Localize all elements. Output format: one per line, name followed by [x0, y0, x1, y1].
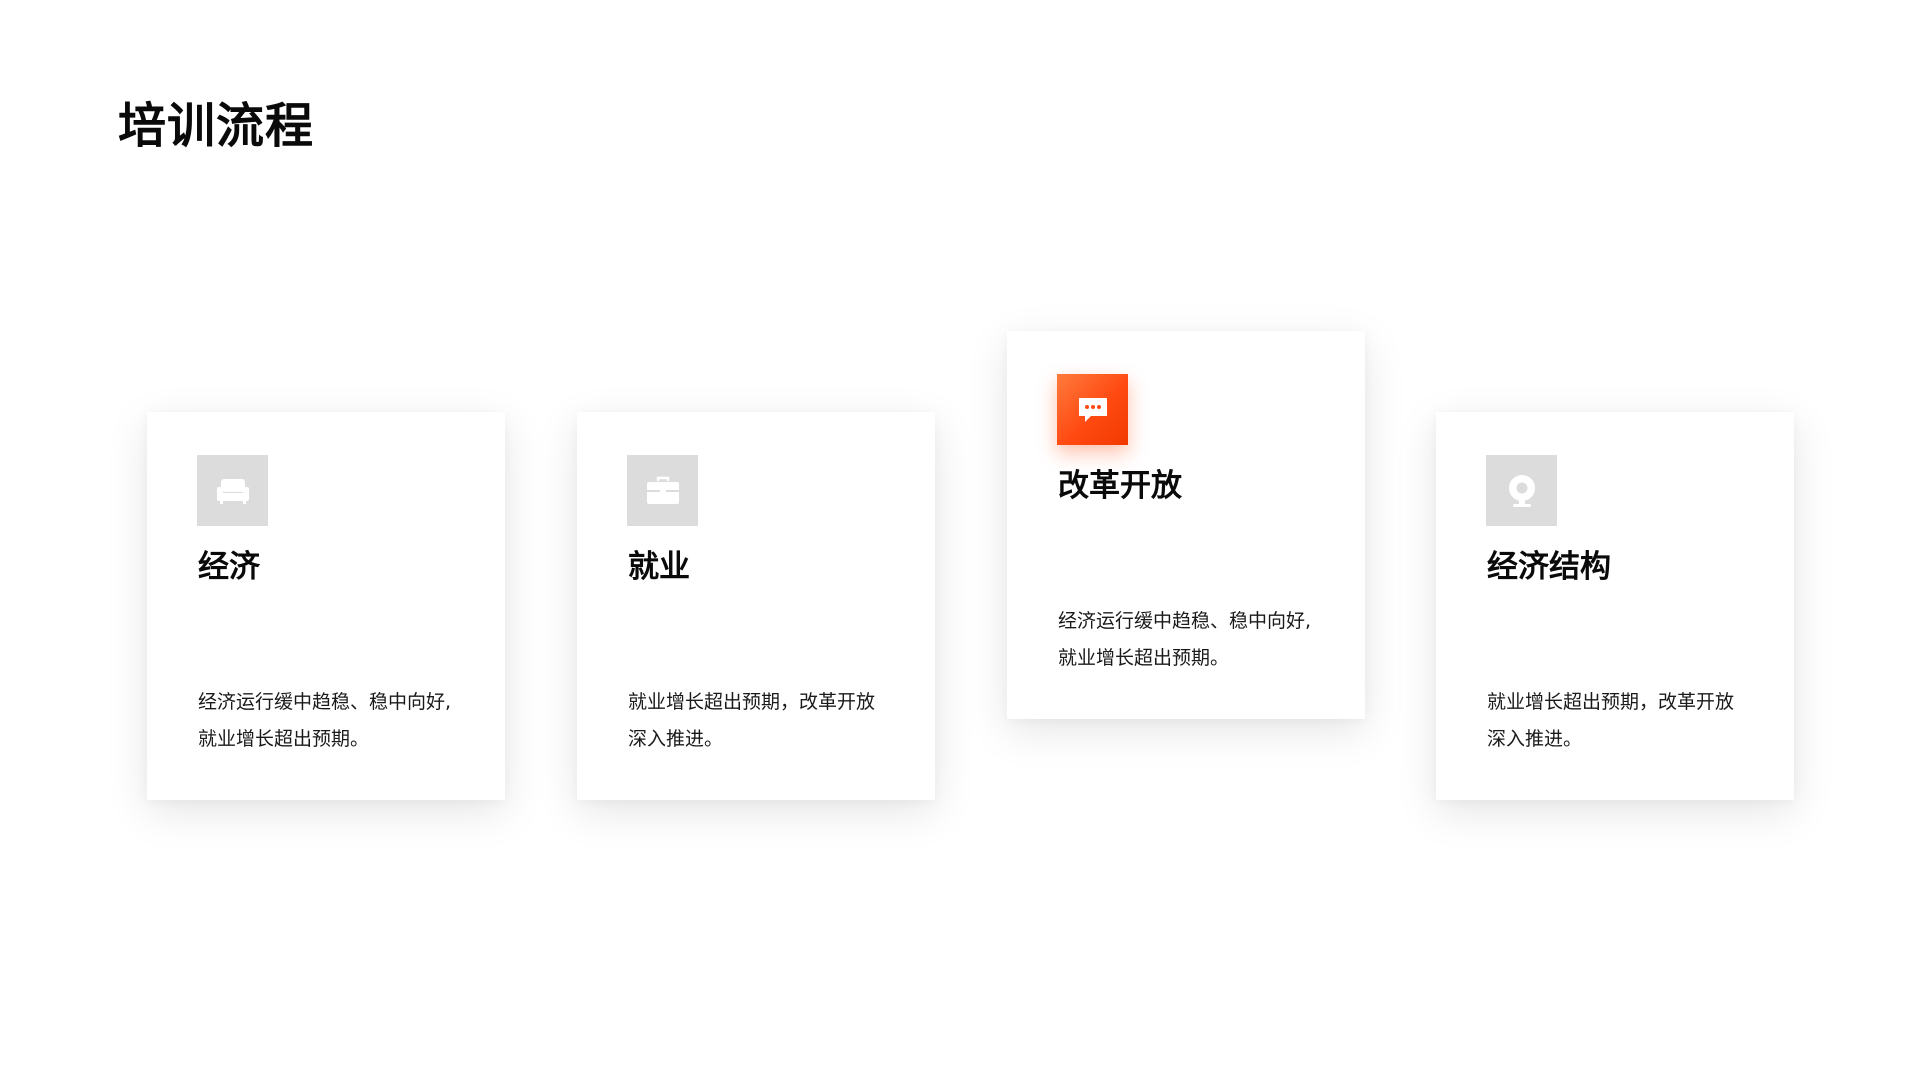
card-employment[interactable]: 就业 就业增长超出预期，改革开放深入推进。 — [577, 412, 935, 800]
card-economic-structure[interactable]: 经济结构 就业增长超出预期，改革开放深入推进。 — [1436, 412, 1794, 800]
card-title: 改革开放 — [1058, 468, 1182, 504]
card-description: 就业增长超出预期，改革开放深入推进。 — [1487, 691, 1735, 750]
card-title: 就业 — [628, 549, 690, 585]
card-description: 经济运行缓中趋稳、稳中向好,就业增长超出预期。 — [198, 691, 452, 750]
webcam-icon — [1486, 455, 1557, 526]
card-economy[interactable]: 经济 经济运行缓中趋稳、稳中向好,就业增长超出预期。 — [147, 412, 505, 800]
slide: 培训流程 经济 经济运行缓中趋稳、稳中向好,就业增长超出预期。 就业 就业增长超… — [0, 0, 1920, 1080]
chat-bubble-icon — [1057, 374, 1128, 445]
sofa-icon — [197, 455, 268, 526]
page-title: 培训流程 — [118, 98, 315, 154]
card-title: 经济结构 — [1487, 549, 1611, 585]
card-description: 经济运行缓中趋稳、稳中向好,就业增长超出预期。 — [1058, 610, 1312, 669]
card-title: 经济 — [198, 549, 260, 585]
card-reform-opening[interactable]: 改革开放 经济运行缓中趋稳、稳中向好,就业增长超出预期。 — [1007, 331, 1365, 719]
briefcase-icon — [627, 455, 698, 526]
card-description: 就业增长超出预期，改革开放深入推进。 — [628, 691, 876, 750]
